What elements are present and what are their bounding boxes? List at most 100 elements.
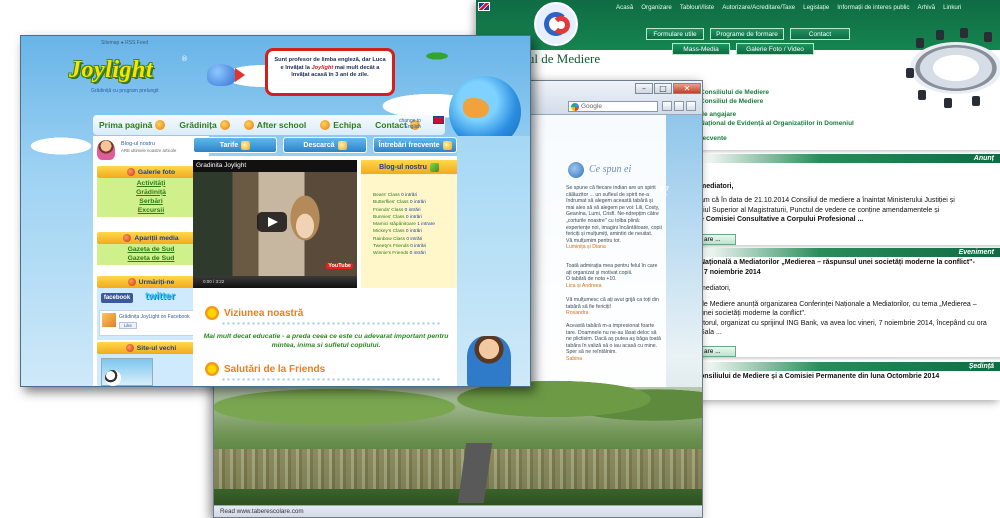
media-link[interactable]: Gazeta de Sud	[97, 245, 205, 254]
vision-heading: Viziunea noastră	[205, 306, 303, 320]
facebook-icon[interactable]: facebook	[101, 293, 133, 303]
child-avatar-icon	[97, 140, 115, 160]
testimonial-line: Geanina, Lumi, Crisfi. Ne-ndrepțim către	[566, 211, 659, 218]
council-top-nav: Acasă Organizare Tablouri/liste Autoriza…	[616, 4, 1000, 11]
council-nav-arhiva[interactable]: Arhivă	[918, 4, 936, 11]
council-nav-autorizare[interactable]: Autorizare/Acreditare/Taxe	[722, 4, 795, 11]
blog-link-title: Blog-ul nostru	[121, 141, 155, 147]
category-count: 0 intrări	[410, 244, 427, 250]
gallery-link-kindergarten[interactable]: Grădiniță	[97, 188, 205, 197]
search-input[interactable]: Google	[568, 101, 658, 112]
joylight-main-nav: Prima pagină Grădinița After school Echi…	[93, 115, 445, 135]
photo-gallery-button[interactable]: Galerie Foto / Video	[736, 43, 814, 55]
event-line: unei societăți moderne la conflict".	[700, 310, 806, 317]
compass-icon	[567, 161, 585, 179]
council-nav-informatii[interactable]: Informații de interes public	[837, 4, 909, 11]
nav-home[interactable]: Prima pagină	[99, 120, 166, 130]
newspaper-icon	[123, 234, 132, 242]
video-controls[interactable]: 0:00 / 3:22	[193, 276, 357, 288]
language-flag-icon[interactable]	[478, 2, 490, 11]
gallery-link-celebrations[interactable]: Serbări	[97, 197, 205, 206]
council-nav-tablouri[interactable]: Tablouri/liste	[680, 4, 714, 11]
sitemap-links[interactable]: Sitemap ● RSS Feed	[101, 40, 148, 46]
blog-category[interactable]: Friends' Class 0 intrări	[373, 207, 457, 214]
read-more-button[interactable]: are ...	[700, 346, 736, 357]
forms-button[interactable]: Formulare utile	[646, 28, 704, 40]
category-count: 0 intrări	[405, 229, 422, 235]
meeting-band: Ședință	[700, 362, 1000, 371]
read-more-button[interactable]: are ...	[700, 234, 736, 245]
side-link[interactable]: Consiliul de Mediere	[700, 97, 854, 106]
photo-gallery-box: Galerie foto Activități Grădiniță Serbăr…	[97, 166, 205, 217]
blog-category[interactable]: Mamici stǎpânitoare 1 intrare	[373, 221, 457, 228]
mass-media-button[interactable]: Mass-Media	[672, 43, 730, 55]
testimonial-line: Se spune că fiecare indian are un spirit	[566, 185, 656, 191]
home-icon[interactable]	[674, 101, 684, 111]
minimize-icon[interactable]: –	[635, 83, 653, 94]
nav-home-label: Prima pagină	[99, 120, 153, 130]
council-logo-icon[interactable]	[534, 2, 578, 46]
event-title[interactable]: Națională a Mediatorilor „Medierea – răs…	[700, 258, 1000, 268]
council-nav-organizare[interactable]: Organizare	[641, 4, 672, 11]
training-button[interactable]: Programe de formare	[710, 28, 784, 40]
tab-faq[interactable]: Întrebări frecvente	[373, 137, 457, 153]
facebook-page-name[interactable]: Grădinița JoyLight on Facebook	[119, 314, 190, 320]
council-nav-linkuri[interactable]: Linkuri	[943, 4, 961, 11]
facebook-widget: Grădinița JoyLight on Facebook Like	[99, 310, 203, 336]
blog-category[interactable]: Winnie's Friends 0 intrări	[373, 250, 457, 257]
blog-category[interactable]: Mickey's Class 0 intrări	[373, 228, 457, 235]
follow-title: Urmăriți-ne	[138, 278, 175, 286]
twitter-icon[interactable]: twitter	[145, 291, 175, 302]
council-nav-legislatie[interactable]: Legislație	[803, 4, 829, 11]
gallery-link-activities[interactable]: Activități	[97, 179, 205, 188]
nav-team[interactable]: Echipa	[320, 120, 361, 130]
search-go-icon[interactable]	[662, 101, 672, 111]
video-player[interactable]: Gradinita Joylight YouTube 0:00 / 3:22	[193, 160, 357, 288]
browser-status-bar: Read www.taberescolare.com	[214, 505, 702, 517]
blog-category[interactable]: Bears' Class 0 intrări	[373, 192, 457, 199]
tab-fees[interactable]: Tarife	[193, 137, 277, 153]
old-site-title: Site-ul vechi	[136, 344, 177, 352]
search-placeholder: Google	[581, 103, 602, 110]
testimonial-line: experiențe noi, imagini încântătoare, co…	[566, 224, 662, 231]
testimonial-line: tare. Doamnele nu ne-au lăsat deloc să	[566, 329, 657, 336]
contact-button[interactable]: Contact	[790, 28, 850, 40]
side-link[interactable]: recvente	[700, 134, 854, 143]
nav-after-school[interactable]: After school	[243, 120, 306, 130]
close-icon[interactable]: ✕	[673, 83, 701, 94]
category-count: 0 intrări	[401, 193, 418, 198]
media-link[interactable]: Gazeta de Sud	[97, 254, 205, 263]
tools-icon[interactable]	[686, 101, 696, 111]
blog-category[interactable]: Butterflies' Class 0 intrări	[373, 199, 457, 206]
event-date: , 7 noiembrie 2014	[700, 269, 761, 276]
testimonial-line: fericiți și mulțumiți, amintiri de neuit…	[566, 231, 653, 238]
tab-faq-label: Întrebări frecvente	[378, 141, 440, 149]
language-switch[interactable]: change to English	[399, 118, 421, 130]
testimonial-line: tabăra în valiză să o iau acasă cu mine.	[566, 342, 658, 349]
play-icon[interactable]	[257, 212, 287, 232]
event-line: Sala ...	[700, 329, 722, 336]
blog-category[interactable]: Rainbow Class 0 intrări	[373, 236, 457, 243]
nav-team-label: Echipa	[333, 120, 362, 130]
blog-categories-box: Blog-ul nostru Bears' Class 0 intrări Bu…	[361, 160, 457, 288]
joylight-logo[interactable]: Joylight	[69, 57, 153, 84]
side-link[interactable]: de angajare	[700, 110, 854, 119]
nav-kindergarten[interactable]: Grădinița	[179, 120, 230, 130]
council-nav-acasa[interactable]: Acasă	[616, 4, 633, 11]
meeting-title[interactable]: onsiliului de Mediere și a Comisiei Perm…	[700, 372, 1000, 382]
side-link[interactable]: Consiliului de Mediere	[700, 88, 854, 97]
youtube-logo[interactable]: YouTube	[326, 263, 353, 269]
question-icon	[442, 140, 452, 150]
side-link[interactable]: Național de Evidență al Organizațiilor î…	[700, 119, 854, 128]
uk-flag-icon[interactable]	[433, 116, 444, 124]
blog-link[interactable]: Blog-ul nostru ARE ultimele noastre arti…	[93, 136, 209, 164]
dotted-divider	[221, 322, 441, 325]
video-title: Gradinita Joylight	[196, 162, 247, 169]
tab-download[interactable]: Descarcă	[283, 137, 367, 153]
blog-category[interactable]: Bunnies' Class 0 intrări	[373, 214, 457, 221]
blog-category[interactable]: Tweety's Friends 0 intrări	[373, 243, 457, 250]
maximize-icon[interactable]: □	[654, 83, 672, 94]
like-button[interactable]: Like	[119, 322, 137, 329]
gallery-link-trips[interactable]: Excursii	[97, 206, 205, 215]
soccer-ball-icon	[105, 370, 121, 386]
